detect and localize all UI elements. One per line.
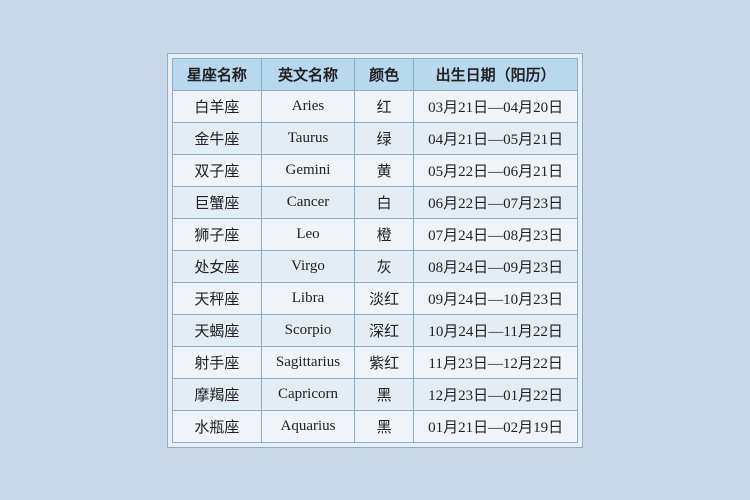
cell-row4-col1: Leo — [261, 218, 354, 250]
cell-row8-col2: 紫红 — [355, 346, 414, 378]
header-zh: 星座名称 — [172, 58, 261, 90]
cell-row3-col3: 06月22日—07月23日 — [414, 186, 578, 218]
cell-row6-col3: 09月24日—10月23日 — [414, 282, 578, 314]
cell-row2-col2: 黄 — [355, 154, 414, 186]
cell-row3-col0: 巨蟹座 — [172, 186, 261, 218]
table-row: 水瓶座Aquarius黑01月21日—02月19日 — [172, 410, 577, 442]
table-row: 双子座Gemini黄05月22日—06月21日 — [172, 154, 577, 186]
table-row: 白羊座Aries红03月21日—04月20日 — [172, 90, 577, 122]
cell-row4-col3: 07月24日—08月23日 — [414, 218, 578, 250]
cell-row2-col3: 05月22日—06月21日 — [414, 154, 578, 186]
table-row: 金牛座Taurus绿04月21日—05月21日 — [172, 122, 577, 154]
table-row: 天蝎座Scorpio深红10月24日—11月22日 — [172, 314, 577, 346]
cell-row0-col2: 红 — [355, 90, 414, 122]
header-color: 颜色 — [355, 58, 414, 90]
header-en: 英文名称 — [261, 58, 354, 90]
zodiac-table-wrapper: 星座名称 英文名称 颜色 出生日期（阳历） 白羊座Aries红03月21日—04… — [167, 53, 583, 448]
cell-row2-col1: Gemini — [261, 154, 354, 186]
cell-row3-col2: 白 — [355, 186, 414, 218]
cell-row7-col0: 天蝎座 — [172, 314, 261, 346]
cell-row7-col3: 10月24日—11月22日 — [414, 314, 578, 346]
cell-row10-col3: 01月21日—02月19日 — [414, 410, 578, 442]
cell-row5-col0: 处女座 — [172, 250, 261, 282]
cell-row8-col3: 11月23日—12月22日 — [414, 346, 578, 378]
cell-row6-col2: 淡红 — [355, 282, 414, 314]
cell-row8-col1: Sagittarius — [261, 346, 354, 378]
cell-row10-col2: 黑 — [355, 410, 414, 442]
cell-row6-col1: Libra — [261, 282, 354, 314]
cell-row7-col1: Scorpio — [261, 314, 354, 346]
cell-row1-col3: 04月21日—05月21日 — [414, 122, 578, 154]
cell-row1-col0: 金牛座 — [172, 122, 261, 154]
cell-row9-col3: 12月23日—01月22日 — [414, 378, 578, 410]
table-row: 天秤座Libra淡红09月24日—10月23日 — [172, 282, 577, 314]
cell-row3-col1: Cancer — [261, 186, 354, 218]
table-row: 射手座Sagittarius紫红11月23日—12月22日 — [172, 346, 577, 378]
cell-row2-col0: 双子座 — [172, 154, 261, 186]
cell-row6-col0: 天秤座 — [172, 282, 261, 314]
table-row: 巨蟹座Cancer白06月22日—07月23日 — [172, 186, 577, 218]
table-header-row: 星座名称 英文名称 颜色 出生日期（阳历） — [172, 58, 577, 90]
cell-row10-col1: Aquarius — [261, 410, 354, 442]
cell-row4-col2: 橙 — [355, 218, 414, 250]
table-body: 白羊座Aries红03月21日—04月20日金牛座Taurus绿04月21日—0… — [172, 90, 577, 442]
cell-row9-col2: 黑 — [355, 378, 414, 410]
cell-row0-col1: Aries — [261, 90, 354, 122]
cell-row8-col0: 射手座 — [172, 346, 261, 378]
zodiac-table: 星座名称 英文名称 颜色 出生日期（阳历） 白羊座Aries红03月21日—04… — [172, 58, 578, 443]
cell-row9-col1: Capricorn — [261, 378, 354, 410]
table-row: 处女座Virgo灰08月24日—09月23日 — [172, 250, 577, 282]
cell-row0-col3: 03月21日—04月20日 — [414, 90, 578, 122]
cell-row5-col3: 08月24日—09月23日 — [414, 250, 578, 282]
cell-row10-col0: 水瓶座 — [172, 410, 261, 442]
cell-row1-col1: Taurus — [261, 122, 354, 154]
cell-row7-col2: 深红 — [355, 314, 414, 346]
cell-row1-col2: 绿 — [355, 122, 414, 154]
table-row: 狮子座Leo橙07月24日—08月23日 — [172, 218, 577, 250]
table-row: 摩羯座Capricorn黑12月23日—01月22日 — [172, 378, 577, 410]
cell-row9-col0: 摩羯座 — [172, 378, 261, 410]
cell-row5-col1: Virgo — [261, 250, 354, 282]
header-date: 出生日期（阳历） — [414, 58, 578, 90]
cell-row0-col0: 白羊座 — [172, 90, 261, 122]
cell-row4-col0: 狮子座 — [172, 218, 261, 250]
cell-row5-col2: 灰 — [355, 250, 414, 282]
